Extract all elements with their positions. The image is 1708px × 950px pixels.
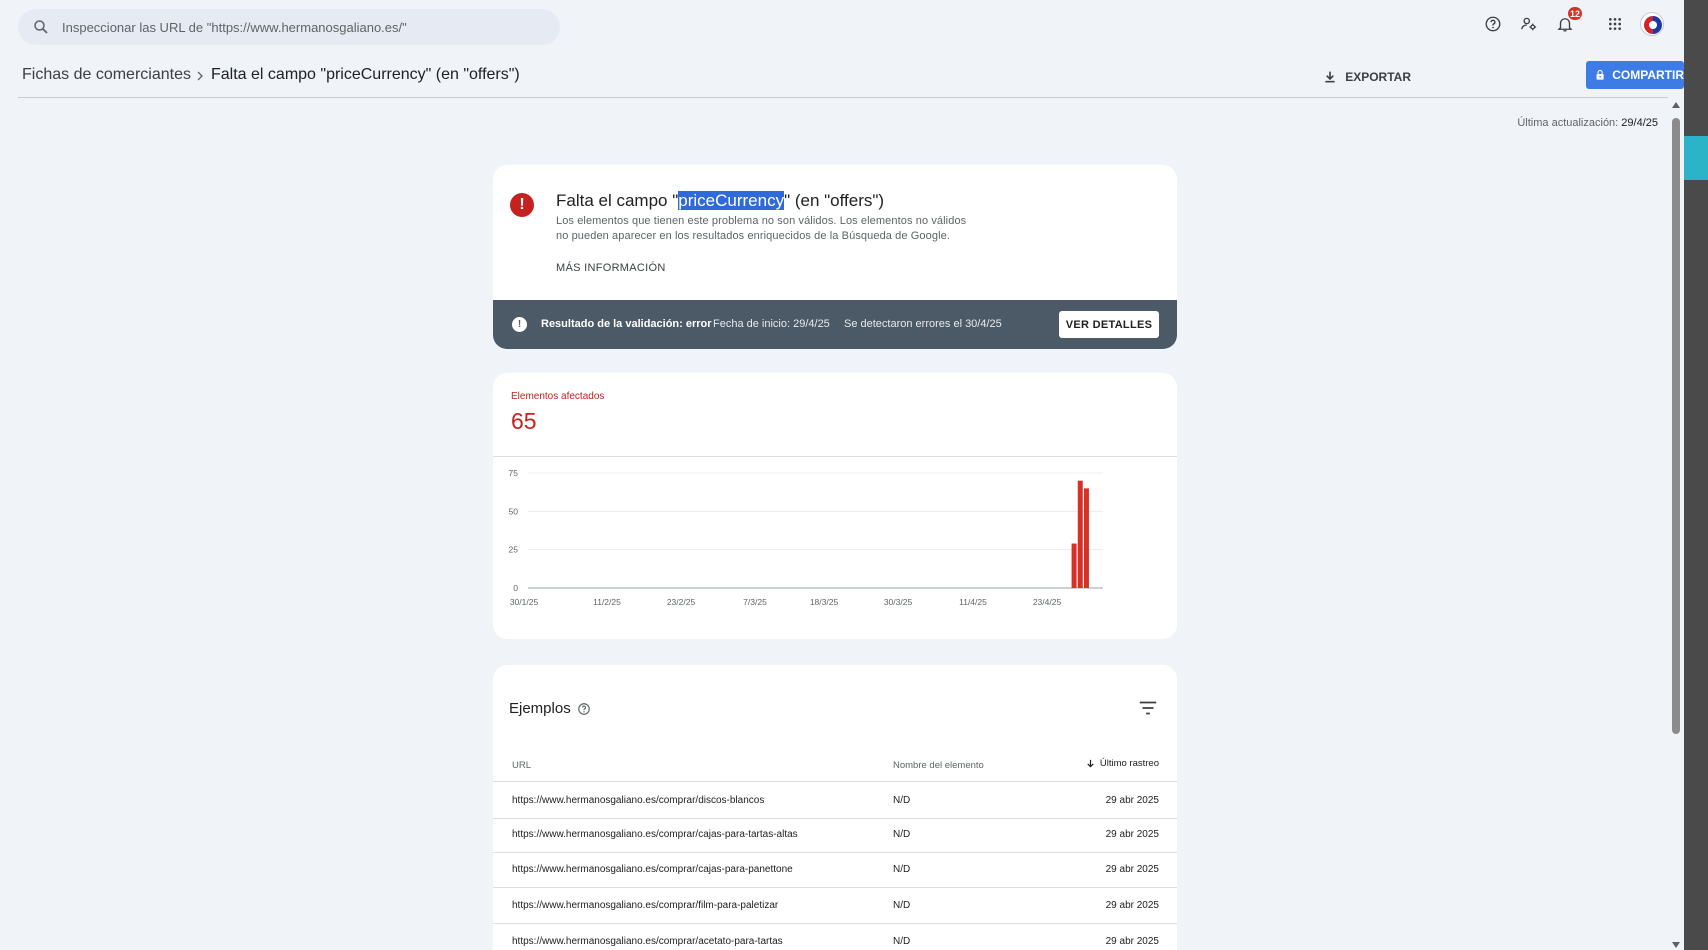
download-icon [1325,71,1335,83]
row-date: 29 abr 2025 [1105,795,1159,806]
column-url[interactable]: URL [512,760,531,771]
affected-label: Elementos afectados [511,391,605,402]
manage-users-icon[interactable] [1518,13,1540,35]
notifications-icon[interactable]: 12 [1554,7,1582,35]
search-icon [34,20,48,34]
x-tick-label: 18/3/25 [810,597,839,607]
row-date: 29 abr 2025 [1105,900,1159,911]
export-label: EXPORTAR [1345,70,1411,84]
row-name: N/D [893,936,911,947]
table-row[interactable]: https://www.hermanosgaliano.es/comprar/f… [493,888,1177,924]
search-input[interactable] [62,9,542,45]
table-header: URL Nombre del elemento Último rastreo [493,750,1177,782]
window-edge [1684,0,1708,950]
divider [493,456,1177,457]
side-tab[interactable] [1684,136,1708,180]
help-icon[interactable] [1482,13,1504,35]
row-url: https://www.hermanosgaliano.es/comprar/c… [512,864,793,875]
column-last-crawl[interactable]: Último rastreo [1085,758,1159,769]
scroll-up-arrow[interactable] [1672,102,1680,108]
affected-value: 65 [511,408,537,434]
y-tick-label: 50 [509,506,519,516]
filter-icon[interactable] [1137,697,1159,719]
examples-title: Ejemplos [509,700,571,717]
x-tick-label: 11/4/25 [959,597,987,607]
last-update-value: 29/4/25 [1621,117,1658,129]
table-row[interactable]: https://www.hermanosgaliano.es/comprar/c… [493,852,1177,888]
validation-detected: Se detectaron errores el 30/4/25 [844,318,1002,330]
breadcrumb-current: Falta el campo "priceCurrency" (en "offe… [211,66,520,83]
scroll-thumb[interactable] [1672,118,1680,734]
row-name: N/D [893,829,911,840]
export-button[interactable]: EXPORTAR [1322,64,1411,90]
validation-result: Resultado de la validación: error [541,318,712,330]
y-tick-label: 25 [509,545,519,555]
table-row[interactable]: https://www.hermanosgaliano.es/comprar/a… [493,924,1177,950]
chart-bar [1083,488,1089,588]
top-bar: 12 [0,0,1684,52]
column-last-crawl-label: Último rastreo [1099,758,1159,769]
view-details-button[interactable]: VER DETALLES [1059,311,1159,338]
breadcrumb-row: Fichas de comerciantes Falta el campo "p… [18,56,1684,98]
row-name: N/D [893,864,911,875]
x-tick-label: 23/4/25 [1033,597,1062,607]
help-circle-icon[interactable] [577,702,591,716]
row-url: https://www.hermanosgaliano.es/comprar/f… [512,900,779,911]
more-info-link[interactable]: MÁS INFORMACIÓN [556,262,666,274]
account-avatar[interactable] [1640,12,1664,36]
apps-grid-icon[interactable] [1604,13,1626,35]
row-date: 29 abr 2025 [1105,829,1159,840]
column-name[interactable]: Nombre del elemento [893,760,984,771]
row-date: 29 abr 2025 [1105,864,1159,875]
chart-bar [1077,480,1083,588]
table-row[interactable]: https://www.hermanosgaliano.es/comprar/d… [493,783,1177,819]
last-update-label: Última actualización: [1517,117,1619,129]
row-url: https://www.hermanosgaliano.es/comprar/c… [512,829,798,840]
issue-title-before: Falta el campo " [556,191,679,210]
affected-card: Elementos afectados 65 0 25 50 75 30/1/25 11/… [493,373,1177,639]
examples-card: Ejemplos URL Nombre del elemento Último … [493,665,1177,950]
issue-title-highlight: priceCurrency [678,191,785,210]
breadcrumb-parent[interactable]: Fichas de comerciantes [22,66,191,84]
table-row[interactable]: https://www.hermanosgaliano.es/comprar/c… [493,817,1177,853]
x-tick-label: 11/2/25 [593,597,621,607]
arrow-down-icon [1087,759,1094,768]
x-tick-label: 23/2/25 [667,597,696,607]
error-icon: ! [510,193,534,217]
issue-card: ! Falta el campo "priceCurrency" (en "of… [493,165,1177,349]
validation-start-date: Fecha de inicio: 29/4/25 [713,318,830,330]
y-tick-label: 75 [509,468,519,478]
examples-heading: Ejemplos [509,700,591,717]
page-scrollbar[interactable] [1668,98,1684,950]
validation-error-icon: ! [512,317,527,332]
issue-title: Falta el campo "priceCurrency" (en "offe… [556,191,884,211]
x-tick-label: 30/1/25 [510,597,539,607]
lock-icon [1596,69,1604,80]
issue-title-after: " (en "offers") [784,191,885,210]
row-name: N/D [893,900,911,911]
share-button[interactable]: COMPARTIR [1586,61,1684,89]
validation-bar: ! Resultado de la validación: error Fech… [493,300,1177,349]
chart-bar [1071,543,1077,588]
last-update: Última actualización: 29/4/25 [1517,117,1658,129]
x-tick-label: 7/3/25 [743,597,767,607]
affected-items-chart: 0 25 50 75 30/1/25 11/2/25 23/2/25 7/3/25 18/3/2… [509,468,1103,607]
notification-badge: 12 [1567,7,1582,20]
row-name: N/D [893,795,911,806]
scroll-down-arrow[interactable] [1672,942,1680,948]
x-tick-label: 30/3/25 [884,597,913,607]
issue-description: Los elementos que tienen este problema n… [556,215,967,242]
url-inspection-search[interactable] [18,9,560,45]
y-tick-label: 0 [513,583,518,593]
row-date: 29 abr 2025 [1105,936,1159,947]
chevron-right-icon [197,71,203,81]
top-icons: 12 [1482,7,1664,36]
row-url: https://www.hermanosgaliano.es/comprar/d… [512,795,765,806]
row-url: https://www.hermanosgaliano.es/comprar/a… [512,936,783,947]
share-label: COMPARTIR [1612,68,1684,82]
